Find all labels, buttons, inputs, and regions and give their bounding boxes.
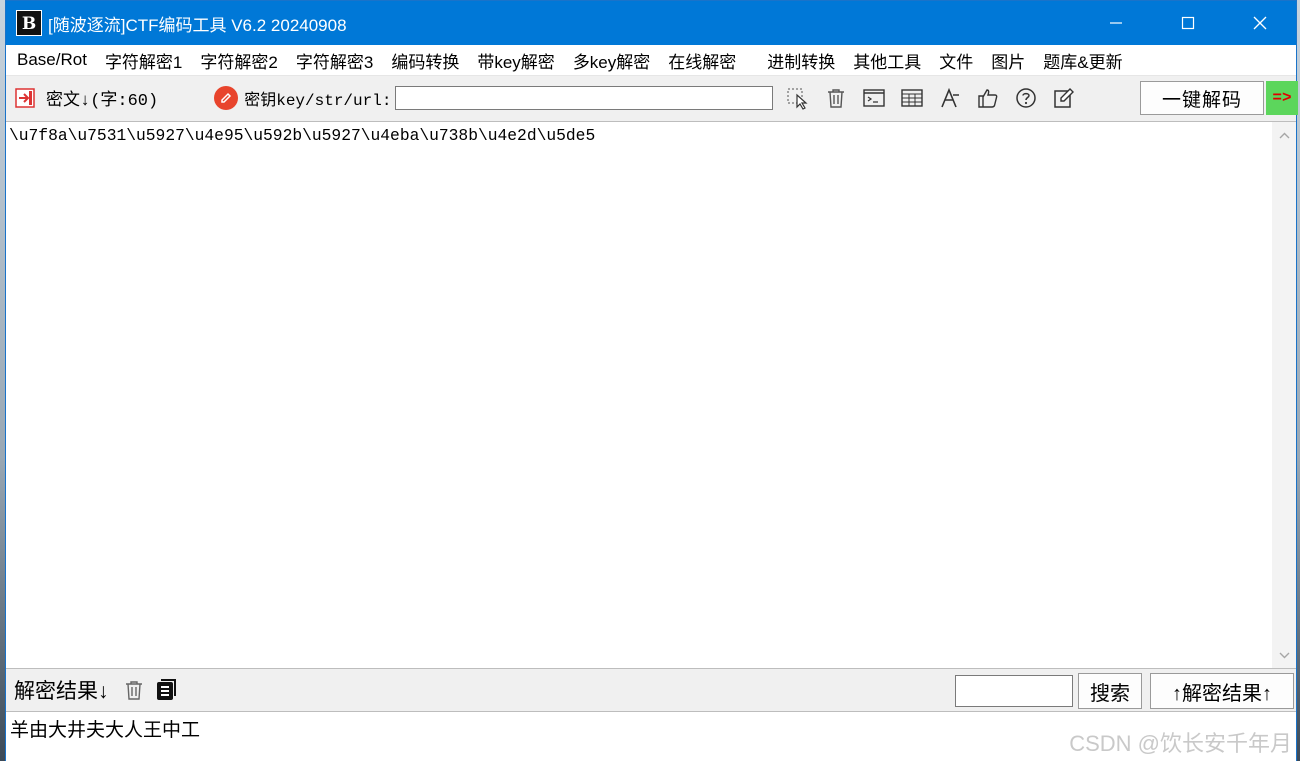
result-to-cipher-button[interactable]: ↑解密结果↑	[1150, 673, 1294, 709]
menu-question-bank-update[interactable]: 题库&更新	[1036, 48, 1133, 73]
title-bar: B [随波逐流]CTF编码工具 V6.2 20240908	[6, 1, 1296, 45]
window-controls	[1080, 1, 1296, 45]
table-icon[interactable]	[893, 83, 931, 113]
key-edit-icon[interactable]	[214, 86, 239, 110]
result-area[interactable]: 羊由大井夫大人王中工 CSDN @饮长安千年月	[6, 711, 1296, 761]
terminal-icon[interactable]	[855, 83, 893, 113]
go-arrow-button[interactable]: =>	[1266, 81, 1298, 115]
result-bar: 解密结果↓ 搜索 ↑解密结果↑	[6, 669, 1296, 711]
menu-char-decrypt-3[interactable]: 字符解密3	[289, 48, 384, 73]
ciphertext-area[interactable]: \u7f8a\u7531\u5927\u4e95\u592b\u5927\u4e…	[6, 121, 1296, 669]
import-file-icon[interactable]	[14, 87, 36, 109]
tool-icons	[779, 83, 1083, 113]
scroll-down-icon[interactable]	[1272, 644, 1296, 666]
menu-other-tools[interactable]: 其他工具	[846, 48, 932, 73]
close-icon	[1253, 16, 1267, 30]
ciphertext-label: 密文↓(字:60)	[46, 92, 159, 111]
csdn-watermark: CSDN @饮长安千年月	[1069, 731, 1292, 756]
maximize-icon	[1181, 16, 1195, 30]
menu-bar: Base/Rot 字符解密1 字符解密2 字符解密3 编码转换 带key解密 多…	[6, 45, 1296, 76]
menu-online-decrypt[interactable]: 在线解密	[661, 48, 760, 73]
font-icon[interactable]	[931, 83, 969, 113]
key-input[interactable]	[395, 86, 774, 110]
minimize-button[interactable]	[1080, 1, 1152, 45]
app-window: B [随波逐流]CTF编码工具 V6.2 20240908 Base/Rot 字…	[5, 0, 1298, 761]
trash-icon[interactable]	[817, 83, 855, 113]
minimize-icon	[1110, 22, 1122, 24]
app-logo-icon: B	[16, 10, 42, 36]
menu-char-decrypt-2[interactable]: 字符解密2	[193, 48, 288, 73]
cursor-select-icon[interactable]	[779, 83, 817, 113]
one-click-decode-button[interactable]: 一键解码	[1140, 81, 1264, 115]
menu-image[interactable]: 图片	[984, 48, 1036, 73]
edit-icon[interactable]	[1045, 83, 1083, 113]
window-title: [随波逐流]CTF编码工具 V6.2 20240908	[48, 15, 347, 35]
help-icon[interactable]	[1007, 83, 1045, 113]
close-button[interactable]	[1224, 1, 1296, 45]
menu-encoding-convert[interactable]: 编码转换	[384, 48, 470, 73]
search-button[interactable]: 搜索	[1078, 673, 1142, 709]
toolbar: 密文↓(字:60) 密钥key/str/url: 一键解码 =>	[6, 76, 1298, 120]
ciphertext-content[interactable]: \u7f8a\u7531\u5927\u4e95\u592b\u5927\u4e…	[9, 126, 595, 145]
key-label: 密钥key/str/url:	[244, 92, 392, 110]
thumbs-up-icon[interactable]	[969, 83, 1007, 113]
menu-base-convert[interactable]: 进制转换	[760, 48, 846, 73]
clear-result-trash-icon[interactable]	[121, 677, 147, 703]
scroll-up-icon[interactable]	[1272, 124, 1296, 146]
ciphertext-scrollbar[interactable]	[1272, 122, 1296, 668]
menu-key-decrypt[interactable]: 带key解密	[470, 48, 565, 73]
copy-result-icon[interactable]	[153, 677, 179, 703]
result-content[interactable]: 羊由大井夫大人王中工	[10, 715, 200, 742]
menu-base-rot[interactable]: Base/Rot	[10, 50, 98, 70]
menu-file[interactable]: 文件	[932, 48, 984, 73]
maximize-button[interactable]	[1152, 1, 1224, 45]
result-label: 解密结果↓	[14, 680, 109, 703]
menu-char-decrypt-1[interactable]: 字符解密1	[98, 48, 193, 73]
menu-multi-key-decrypt[interactable]: 多key解密	[566, 48, 661, 73]
search-input[interactable]	[955, 675, 1073, 707]
